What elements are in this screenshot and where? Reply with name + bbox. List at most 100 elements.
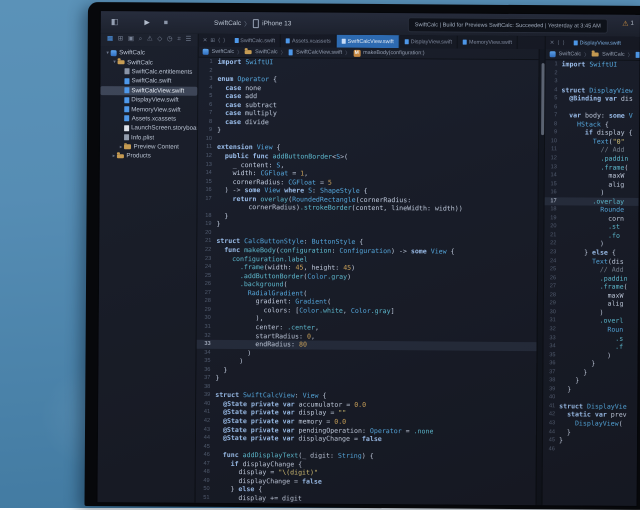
right-tabbar-controls: ✕ ⟨ ⟩: [546, 40, 569, 46]
run-destination: iPhone 13: [262, 20, 291, 27]
symbol-navigator-icon[interactable]: ▣: [128, 37, 134, 44]
line-number: 9: [198, 126, 217, 135]
tab-label: DisplayView.swift: [411, 39, 452, 45]
line-number: 50: [196, 485, 215, 494]
sidebar-toggle-icon[interactable]: ◧: [111, 18, 119, 26]
breadcrumb-item[interactable]: SwiftCalc: [559, 51, 582, 57]
code-text: display += digit: [215, 494, 302, 503]
debug-navigator-icon[interactable]: ◷: [167, 37, 173, 44]
storyboard-file-icon: [124, 125, 129, 131]
issue-navigator-icon[interactable]: ⚠: [147, 37, 153, 44]
line-number: 29: [544, 300, 560, 309]
code-line[interactable]: 51 display += digit: [196, 494, 536, 505]
line-number: 51: [196, 494, 215, 503]
line-number: 20: [197, 229, 216, 238]
tab-label: SwiftCalcView.swift: [348, 38, 394, 44]
close-editor-icon[interactable]: ✕: [550, 40, 555, 46]
tree-item-products[interactable]: ▸Products: [100, 151, 197, 161]
breadcrumb-item[interactable]: SwiftCalc: [602, 52, 625, 58]
scheme-selector[interactable]: SwiftCalc 〉 iPhone 13: [214, 18, 291, 28]
tab-label: Assets.xcassets: [292, 38, 331, 44]
line-number: 33: [197, 340, 216, 349]
scrollbar-thumb[interactable]: [541, 63, 545, 135]
code-text: case add: [217, 92, 257, 101]
line-number: 19: [197, 220, 216, 229]
line-number: 41: [543, 402, 559, 411]
code-text: import SwiftUI: [218, 58, 274, 67]
report-navigator-icon[interactable]: ☰: [185, 37, 191, 44]
project-navigator-icon[interactable]: ▦: [107, 36, 113, 43]
tab-assets-xcassets[interactable]: Assets.xcassets: [281, 34, 337, 47]
line-number: 34: [197, 348, 216, 357]
test-navigator-icon[interactable]: ◇: [157, 37, 162, 44]
breadcrumb-separator: 〉: [345, 49, 350, 56]
close-editor-icon[interactable]: ✕: [203, 37, 208, 43]
back-icon[interactable]: ⟨: [557, 40, 559, 46]
stop-button[interactable]: ■: [164, 19, 168, 26]
project-navigator: ▾SwiftCalc▾SwiftCalcSwiftCalc.entitlemen…: [98, 46, 199, 503]
line-number: 5: [198, 92, 217, 101]
tab-swiftcalc-swift[interactable]: SwiftCalc.swift: [229, 34, 281, 47]
tree-item-label: Products: [126, 153, 150, 160]
line-number: 27: [544, 282, 560, 291]
tree-item-swiftcalc-swift[interactable]: SwiftCalc.swift: [100, 76, 197, 86]
line-number: 39: [196, 391, 215, 400]
file-icon: [405, 39, 409, 45]
forward-icon[interactable]: ⟩: [562, 40, 564, 46]
line-number: 32: [197, 331, 216, 340]
line-number: 31: [544, 317, 560, 326]
breadcrumb-separator: 〉: [628, 51, 633, 58]
code-text: @Binding var dis: [561, 94, 633, 103]
breadcrumb-item[interactable]: makeBody(configuration:): [363, 50, 424, 56]
folder-file-icon: [117, 154, 124, 159]
xcode-window: ◧ ▶ ■ SwiftCalc 〉 iPhone 13 SwiftCalc | …: [98, 11, 640, 506]
code-text: }: [215, 366, 227, 375]
line-number: 28: [544, 291, 560, 300]
line-number: 38: [196, 383, 215, 392]
tab-displayview[interactable]: DisplayView.swift: [569, 40, 626, 46]
line-number: 49: [196, 477, 215, 486]
line-number: 2: [198, 66, 217, 75]
tree-item-label: SwiftCalc: [119, 49, 145, 56]
breadcrumb-item[interactable]: SwiftCalc: [212, 49, 235, 55]
swift-file-icon: [124, 78, 129, 84]
code-text: ): [215, 357, 243, 366]
code-line[interactable]: 46: [543, 445, 637, 454]
code-text: ): [561, 189, 605, 198]
scheme-name: SwiftCalc: [214, 19, 241, 26]
assets-file-icon: [124, 116, 129, 122]
run-button[interactable]: ▶: [144, 18, 149, 26]
code-text: case none: [217, 84, 261, 93]
line-number: 20: [544, 223, 560, 232]
split-editor-icon[interactable]: ⊞: [210, 37, 215, 43]
line-number: 40: [543, 394, 559, 403]
tab-displayview-swift[interactable]: DisplayView.swift: [400, 35, 458, 48]
activity-status[interactable]: SwiftCalc | Build for Previews SwiftCalc…: [408, 17, 608, 33]
line-number: 31: [197, 323, 216, 332]
right-editor-breadcrumb[interactable]: SwiftCalc〉SwiftCalc〉DisplayView.swift: [546, 49, 640, 61]
issues-indicator[interactable]: ⚠ 1: [622, 20, 634, 28]
forward-icon[interactable]: ⟩: [223, 37, 225, 43]
line-number: 39: [543, 385, 559, 394]
breadcrumb-item[interactable]: SwiftCalc: [255, 49, 278, 55]
line-number: 3: [545, 77, 561, 86]
line-number: 19: [544, 214, 560, 223]
line-number: 44: [196, 434, 215, 443]
left-code-editor[interactable]: 1import SwiftUI23enum Operator {4 case n…: [196, 58, 539, 505]
breadcrumb-item[interactable]: SwiftCalcView.swift: [296, 49, 342, 55]
tab-swiftcalcview-swift[interactable]: SwiftCalcView.swift: [337, 35, 400, 48]
file-icon: [574, 40, 578, 46]
line-number: 23: [197, 254, 216, 263]
back-icon[interactable]: ⟨: [218, 37, 220, 43]
tab-memoryview-swift[interactable]: MemoryView.swift: [458, 36, 518, 49]
code-text: }: [559, 359, 595, 368]
breakpoint-navigator-icon[interactable]: ⌗: [177, 37, 181, 44]
find-navigator-icon[interactable]: ⌕: [139, 37, 143, 44]
right-code-editor[interactable]: 1import SwiftUI234struct DisplayView5 @B…: [542, 60, 639, 506]
line-number: 26: [544, 274, 560, 283]
folder-file-icon: [118, 60, 125, 65]
source-control-navigator-icon[interactable]: ⊞: [118, 36, 123, 43]
line-number: 14: [198, 169, 217, 178]
warning-count: 1: [630, 21, 633, 27]
app-file-icon: [111, 50, 117, 56]
